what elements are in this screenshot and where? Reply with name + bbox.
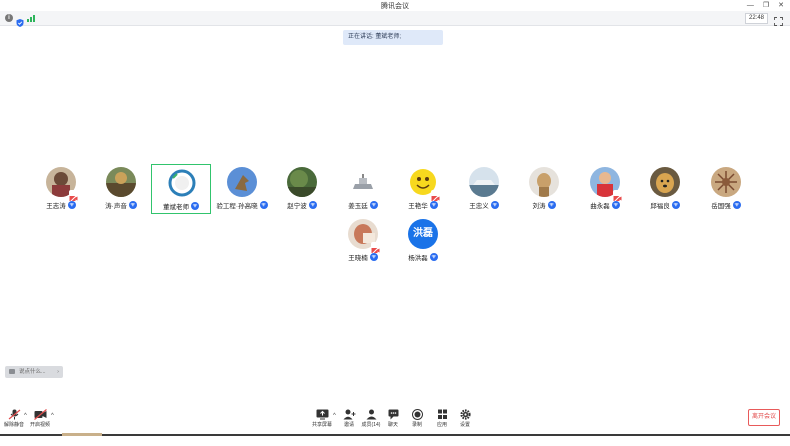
record-icon [411, 407, 424, 420]
mic-icon: ᯤ [732, 201, 741, 209]
shield-icon[interactable] [16, 14, 24, 27]
chat-icon [387, 407, 400, 420]
chevron-up-icon[interactable]: ^ [51, 413, 54, 419]
record-label: 录制 [411, 422, 422, 428]
chat-placeholder: 说点什么... [19, 369, 46, 375]
meeting-status-bar: i 22:48 [0, 11, 790, 27]
participant-name: 王忠义 [469, 203, 489, 210]
camera-off-icon [33, 407, 47, 420]
unmute-label: 解除静音 [3, 422, 24, 428]
participant-name: 董斌老师 [163, 204, 189, 211]
avatar [711, 167, 741, 197]
avatar [529, 167, 559, 197]
participant-tile[interactable]: 曲永磊 ᯤ [575, 164, 635, 214]
participant-tile[interactable]: 王晓楠 ᯤ [333, 216, 393, 266]
share-screen-icon [316, 407, 329, 420]
mic-muted-icon [8, 407, 21, 420]
participant-name: 赵宁波 [287, 203, 307, 210]
share-screen-label: 共享屏幕 [311, 422, 332, 428]
camera-off-icon [431, 190, 440, 203]
participant-tile-speaking[interactable]: 董斌老师 ᯤ [151, 164, 211, 214]
participant-name: 涛·声音 [105, 203, 127, 210]
bottom-edge [0, 428, 790, 441]
mic-icon: ᯤ [547, 201, 556, 209]
mic-icon: ᯤ [67, 201, 76, 209]
chevron-right-icon[interactable]: › [57, 366, 59, 378]
avatar [106, 167, 136, 197]
chat-input[interactable]: 说点什么... › [5, 366, 63, 378]
window-title: 腾讯会议 [381, 3, 409, 10]
participant-tile[interactable]: 姜玉廷 ᯤ [333, 164, 393, 214]
participant-name: 刘涛 [532, 203, 546, 210]
avatar: 洪磊 [408, 219, 438, 249]
record-button[interactable]: 录制 [403, 407, 431, 428]
settings-button[interactable]: 设置 [451, 407, 479, 428]
mic-icon: ᯤ [128, 201, 137, 209]
members-icon [365, 407, 378, 420]
avatar [227, 167, 257, 197]
mic-icon: ᯤ [429, 253, 438, 261]
camera-off-icon [371, 242, 380, 255]
leave-meeting-button[interactable]: 离开会议 [748, 409, 780, 426]
participant-tile[interactable]: 赵宁波 ᯤ [272, 164, 332, 214]
mic-icon: ᯤ [671, 201, 680, 209]
settings-label: 设置 [459, 422, 470, 428]
meeting-info-icon[interactable]: i [5, 14, 13, 22]
participant-tile[interactable]: 王忠义 ᯤ [454, 164, 514, 214]
apps-icon [436, 407, 449, 419]
window-controls: — ❐ ✕ [747, 0, 784, 11]
start-video-label: 开启视频 [29, 422, 50, 428]
participant-name: 邱福良 [650, 203, 670, 210]
participant-name: 王晓楠 [348, 255, 368, 262]
meeting-time: 22:48 [744, 13, 768, 24]
mic-icon: ᯤ [369, 201, 378, 209]
participant-name: 王艳华 [408, 203, 428, 210]
mic-icon: ᯤ [191, 202, 199, 210]
mic-icon: ᯤ [259, 201, 268, 209]
participant-tile[interactable]: 王艳华 ᯤ [393, 164, 453, 214]
camera-off-icon [69, 190, 78, 203]
mic-icon: ᯤ [611, 201, 620, 209]
title-bar: 腾讯会议 — ❐ ✕ [0, 0, 790, 11]
speaking-banner: 正在讲话: 董斌老师; [343, 30, 443, 45]
participant-name: 验工程·孙高晓 [216, 203, 258, 210]
participant-tile[interactable]: 涛·声音 ᯤ [91, 164, 151, 214]
chat-bubble-icon [9, 369, 15, 374]
participant-name: 岳国强 [711, 203, 731, 210]
signal-icon[interactable] [27, 14, 35, 22]
mic-icon: ᯤ [369, 253, 378, 261]
start-video-button[interactable]: 开启视频 [26, 407, 54, 428]
avatar [650, 167, 680, 197]
participant-tile[interactable]: 王志涛 ᯤ [31, 164, 91, 214]
participant-name: 王志涛 [46, 203, 66, 210]
restore-icon[interactable]: ❐ [763, 0, 769, 11]
participant-name: 杨洪磊 [408, 255, 428, 262]
participant-name: 曲永磊 [590, 203, 610, 210]
participant-tile[interactable]: 洪磊 杨洪磊 ᯤ [393, 216, 453, 266]
participant-name: 姜玉廷 [348, 203, 368, 210]
gear-icon [459, 407, 472, 420]
avatar [167, 168, 197, 198]
avatar [348, 167, 378, 197]
avatar [287, 167, 317, 197]
participant-tile[interactable]: 岳国强 ᯤ [696, 164, 756, 214]
close-icon[interactable]: ✕ [778, 0, 784, 11]
camera-off-icon [613, 190, 622, 203]
fullscreen-icon[interactable] [774, 13, 783, 26]
participant-tile[interactable]: 刘涛 ᯤ [514, 164, 574, 214]
mic-icon: ᯤ [490, 201, 499, 209]
participant-tile[interactable]: 邱福良 ᯤ [635, 164, 695, 214]
share-screen-button[interactable]: 共享屏幕 [308, 407, 336, 428]
mic-icon: ᯤ [308, 201, 317, 209]
avatar [469, 167, 499, 197]
add-user-icon [343, 407, 356, 420]
minimize-icon[interactable]: — [747, 0, 754, 11]
participant-tile[interactable]: 验工程·孙高晓 ᯤ [212, 164, 272, 214]
mic-icon: ᯤ [429, 201, 438, 209]
